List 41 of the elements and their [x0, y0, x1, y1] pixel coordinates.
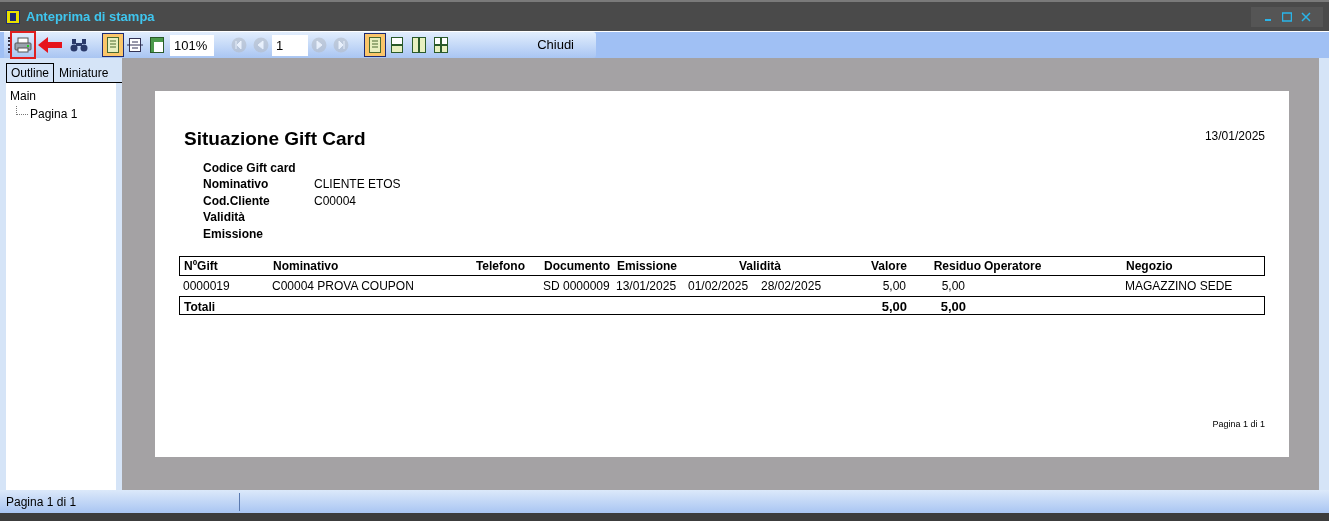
sidebar-tab[interactable]: Outline [6, 63, 55, 82]
column-header: Documento [543, 258, 611, 275]
column-header: Validità [738, 258, 783, 275]
page-number: Pagina 1 di 1 [1212, 417, 1265, 431]
field-label: Emissione [203, 225, 265, 243]
table-cell-text: C00004 PROVA COUPON [272, 278, 415, 295]
sidebar-tab[interactable]: Miniature [54, 63, 114, 82]
totals-value: 5,00 [939, 298, 967, 316]
table-cell-text: SD 0000009 [542, 278, 611, 295]
table-cell-text: 5,00 [940, 278, 966, 295]
report-title: Situazione Gift Card [183, 127, 366, 151]
field-label: Cod.Cliente [203, 192, 271, 210]
field-value: CLIENTE ETOS [314, 176, 401, 194]
status-text: Pagina 1 di 1 [0, 492, 240, 511]
table-cell-text: 5,00 [881, 278, 907, 295]
table-cell-text: MAGAZZINO SEDE [1124, 278, 1234, 295]
column-header: Nominativo [273, 258, 340, 275]
column-header: Valore [869, 258, 908, 275]
table-cell-text: 13/01/2025 [615, 278, 678, 295]
zoom-field[interactable]: 101% [170, 34, 214, 56]
column-header: Negozio [1125, 258, 1174, 275]
totals-value: 5,00 [880, 298, 908, 316]
column-header: Emissione [616, 258, 679, 275]
window-title: Anteprima di stampa [26, 7, 155, 26]
table-cell-text: 01/02/2025 [687, 278, 750, 295]
column-header: Residuo [932, 258, 981, 275]
table-cell-text: 0000019 [182, 278, 231, 295]
tree-item[interactable]: Main [10, 87, 116, 105]
column-header: NºGift [183, 258, 219, 275]
field-label: Nominativo [203, 176, 270, 194]
close-button[interactable]: Chiudi [521, 33, 590, 57]
field-label: Validità [203, 209, 247, 227]
report-date: 13/01/2025 [1204, 128, 1265, 145]
page-field[interactable]: 1 [272, 34, 308, 56]
totals-label: Totali [183, 298, 217, 316]
field-value: C00004 [314, 192, 357, 210]
table-cell-text: 28/02/2025 [760, 278, 823, 295]
tree-item[interactable]: Pagina 1 [30, 105, 78, 123]
column-header: Telefono [474, 258, 526, 275]
field-label: Codice Gift card [203, 159, 297, 177]
column-header: Operatore [983, 258, 1043, 275]
